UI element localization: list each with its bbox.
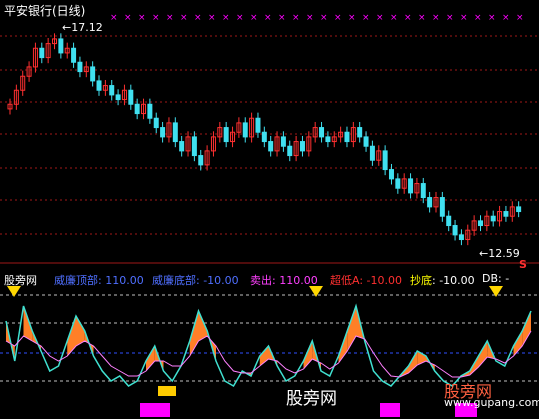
- buy-marker: ×: [292, 13, 300, 23]
- candle-body: [319, 127, 325, 138]
- buy-zone-bar: [140, 403, 170, 417]
- buy-marker: ×: [502, 13, 510, 23]
- indicator-fast-line: [5, 303, 532, 388]
- buy-marker: ×: [138, 13, 146, 23]
- candle-body: [287, 145, 293, 157]
- candle-body: [90, 66, 96, 82]
- candle-body: [128, 89, 134, 105]
- buy-marker: ×: [488, 13, 496, 23]
- candle-body: [357, 127, 363, 138]
- candle-body: [261, 131, 267, 143]
- candle-body: [58, 38, 64, 54]
- candle-body: [382, 150, 388, 171]
- buy-marker: ×: [474, 13, 482, 23]
- candle-body: [477, 220, 483, 227]
- candle-body: [242, 122, 248, 138]
- buy-zone-bar: [380, 403, 400, 417]
- candle-body: [503, 211, 509, 217]
- candle-body: [198, 155, 204, 166]
- candle-body: [395, 178, 401, 189]
- candle-body: [420, 183, 426, 199]
- buy-marker: ×: [166, 13, 174, 23]
- candle-body: [344, 131, 350, 143]
- candle-body: [160, 127, 166, 138]
- sell-signal-marker: S: [519, 258, 527, 271]
- buy-marker: ×: [404, 13, 412, 23]
- candle-body: [191, 136, 197, 157]
- buy-marker: ×: [446, 13, 454, 23]
- candle-body: [427, 197, 433, 208]
- buy-marker: ×: [516, 13, 524, 23]
- buy-marker: ×: [278, 13, 286, 23]
- watermark-left: 股旁网: [286, 389, 337, 409]
- candle-body: [490, 215, 496, 222]
- buy-marker: ×: [152, 13, 160, 23]
- buy-marker: ×: [348, 13, 356, 23]
- buy-marker: ×: [306, 13, 314, 23]
- candle-body: [388, 169, 394, 180]
- candle-body: [299, 141, 305, 152]
- candle-body: [96, 80, 102, 91]
- candle-body: [115, 94, 121, 101]
- candle-body: [134, 103, 140, 115]
- buy-marker: ×: [418, 13, 426, 23]
- candle-body: [325, 136, 331, 143]
- candle-body: [439, 197, 445, 217]
- buy-marker: ×: [362, 13, 370, 23]
- candle-body: [363, 136, 369, 147]
- buy-marker: ×: [376, 13, 384, 23]
- candle-body: [280, 136, 286, 147]
- buy-marker: ×: [194, 13, 202, 23]
- candle-body: [153, 117, 159, 129]
- buy-marker: ×: [124, 13, 132, 23]
- candle-body: [223, 127, 229, 143]
- candle-body: [109, 85, 115, 96]
- candlestick-chart[interactable]: × × × × × × × × × × × × × × × × × × × × × × × × × × × × × ×: [0, 0, 539, 265]
- candle-body: [408, 178, 414, 194]
- candle-body: [39, 47, 45, 59]
- buy-marker: ×: [390, 13, 398, 23]
- candle-body: [77, 61, 83, 73]
- candle-body: [452, 225, 458, 236]
- price-low-label: ←12.59: [479, 247, 520, 260]
- candle-body: [172, 122, 178, 143]
- candle-body: [369, 145, 375, 161]
- buy-marker: ×: [250, 13, 258, 23]
- buy-marker: ×: [334, 13, 342, 23]
- buy-marker: ×: [236, 13, 244, 23]
- candle-body: [516, 206, 522, 213]
- candle-body: [458, 234, 464, 241]
- candle-body: [179, 141, 185, 152]
- candle-body: [71, 47, 77, 63]
- buy-marker: ×: [208, 13, 216, 23]
- price-panel[interactable]: × × × × × × × × × × × × × × × × × × × × × × × × × × × × × ×: [0, 0, 539, 265]
- buy-marker: ×: [320, 13, 328, 23]
- buy-marker: ×: [460, 13, 468, 23]
- buy-marker: ×: [432, 13, 440, 23]
- signal-block: [158, 386, 176, 396]
- buy-marker: ×: [222, 13, 230, 23]
- buy-marker: ×: [264, 13, 272, 23]
- buy-marker: ×: [110, 13, 118, 23]
- chart-title: 平安银行(日线): [4, 4, 86, 18]
- price-high-label: ←17.12: [62, 21, 103, 34]
- candle-body: [255, 117, 261, 133]
- buy-marker: ×: [180, 13, 188, 23]
- watermark-url: www.gupang.com: [444, 396, 539, 409]
- candle-body: [147, 103, 153, 119]
- candle-body: [268, 141, 274, 152]
- candle-body: [446, 215, 452, 227]
